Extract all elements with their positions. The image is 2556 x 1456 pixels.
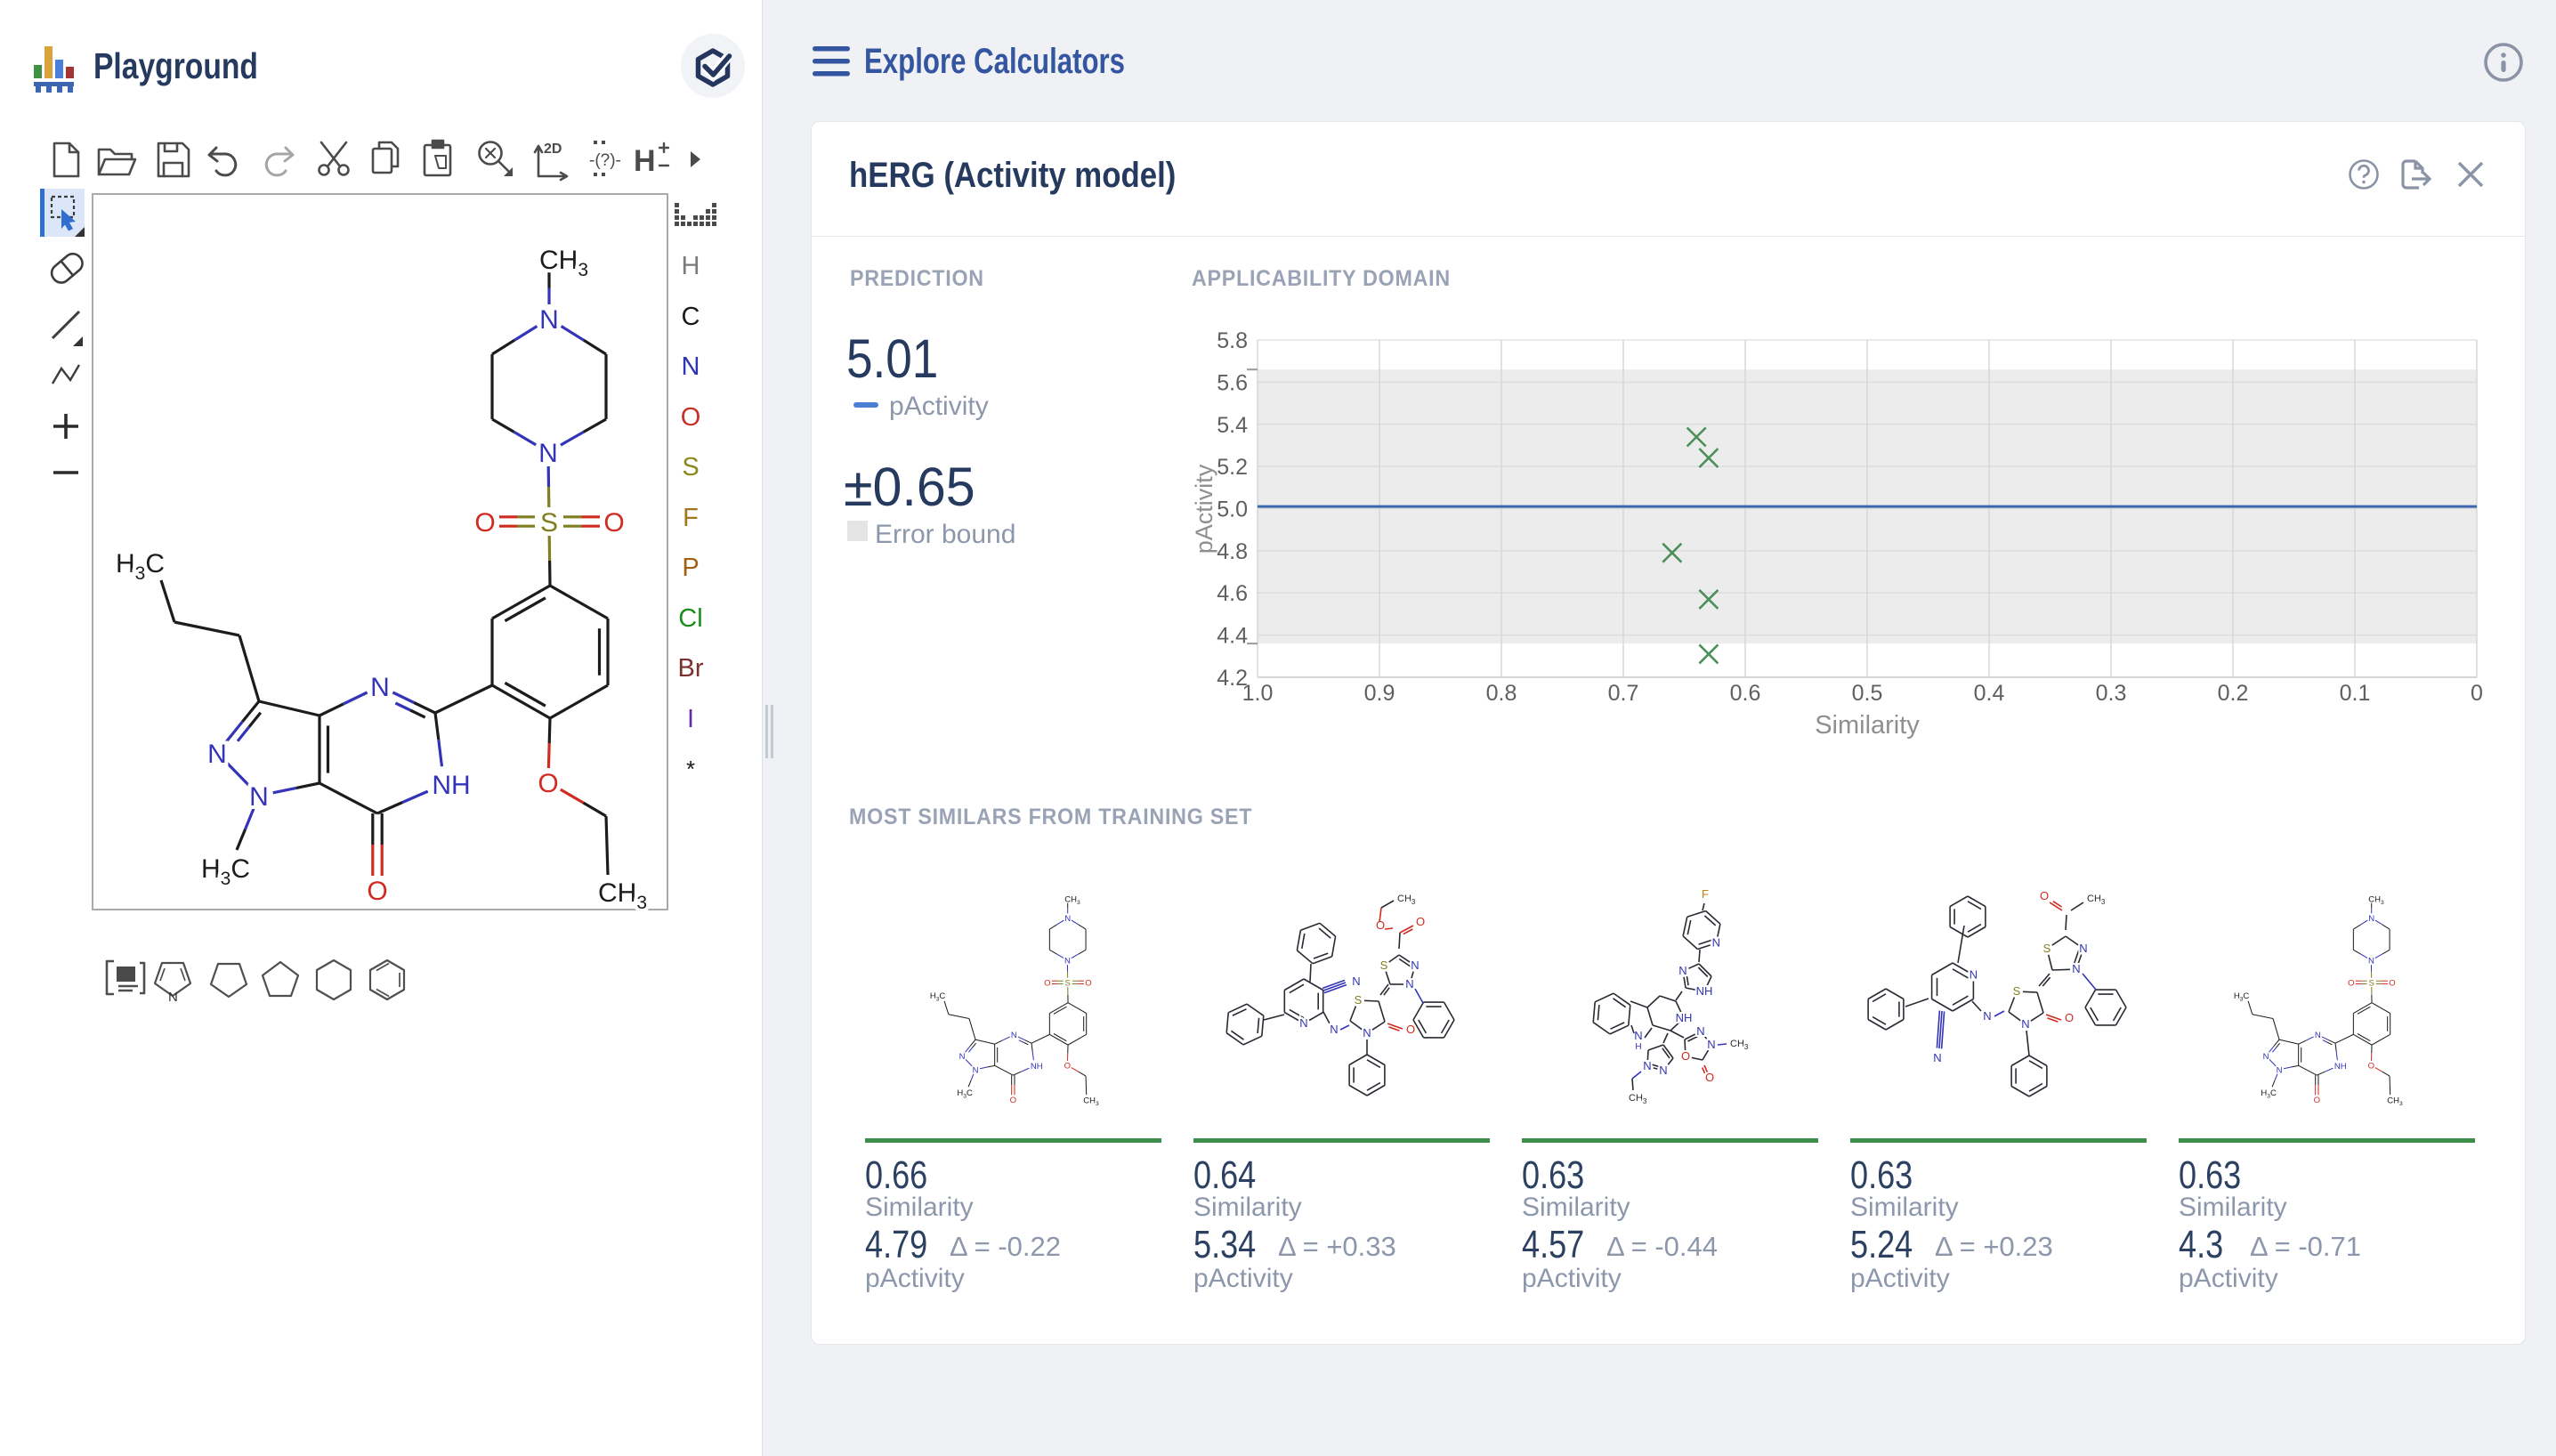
svg-text:S: S	[2043, 942, 2051, 955]
svg-text:N: N	[1696, 1024, 1704, 1038]
svg-text:N: N	[1363, 1026, 1371, 1039]
svg-text:N: N	[1330, 1023, 1338, 1036]
svg-text:CH3: CH3	[1629, 1093, 1647, 1105]
svg-text:S: S	[2013, 984, 2021, 998]
svg-text:N: N	[1299, 1016, 1307, 1030]
svg-text:NH: NH	[1676, 1011, 1693, 1024]
svg-text:N: N	[1933, 1051, 1941, 1064]
svg-text:CH3: CH3	[1397, 894, 1416, 906]
svg-text:O: O	[1406, 1023, 1415, 1036]
svg-text:N: N	[2021, 1017, 2029, 1031]
svg-text:N: N	[1405, 977, 1413, 991]
svg-text:N: N	[1983, 1009, 1991, 1023]
svg-text:N: N	[1659, 1064, 1667, 1077]
svg-text:CH3: CH3	[2087, 894, 2106, 906]
svg-text:N: N	[1634, 1029, 1642, 1042]
svg-text:O: O	[1681, 1049, 1690, 1063]
svg-text:NH: NH	[1696, 984, 1713, 998]
svg-text:N: N	[1678, 964, 1686, 977]
svg-text:N: N	[2072, 962, 2080, 975]
svg-text:N: N	[1643, 1059, 1651, 1072]
svg-text:O: O	[2040, 889, 2049, 902]
svg-text:F: F	[1702, 887, 1709, 901]
svg-text:O: O	[1416, 915, 1425, 928]
svg-text:S: S	[1355, 993, 1363, 1007]
svg-text:N: N	[1712, 936, 1720, 950]
svg-text:H: H	[1635, 1042, 1641, 1052]
svg-text:N: N	[1411, 959, 1419, 972]
svg-text:N: N	[1707, 1038, 1715, 1051]
svg-text:CH3: CH3	[1730, 1039, 1749, 1051]
svg-text:N: N	[2079, 942, 2087, 955]
svg-text:O: O	[2065, 1011, 2074, 1024]
svg-text:N: N	[1352, 975, 1360, 988]
svg-text:N: N	[1970, 968, 1978, 982]
svg-text:S: S	[1380, 959, 1388, 972]
svg-text:O: O	[1705, 1071, 1714, 1084]
